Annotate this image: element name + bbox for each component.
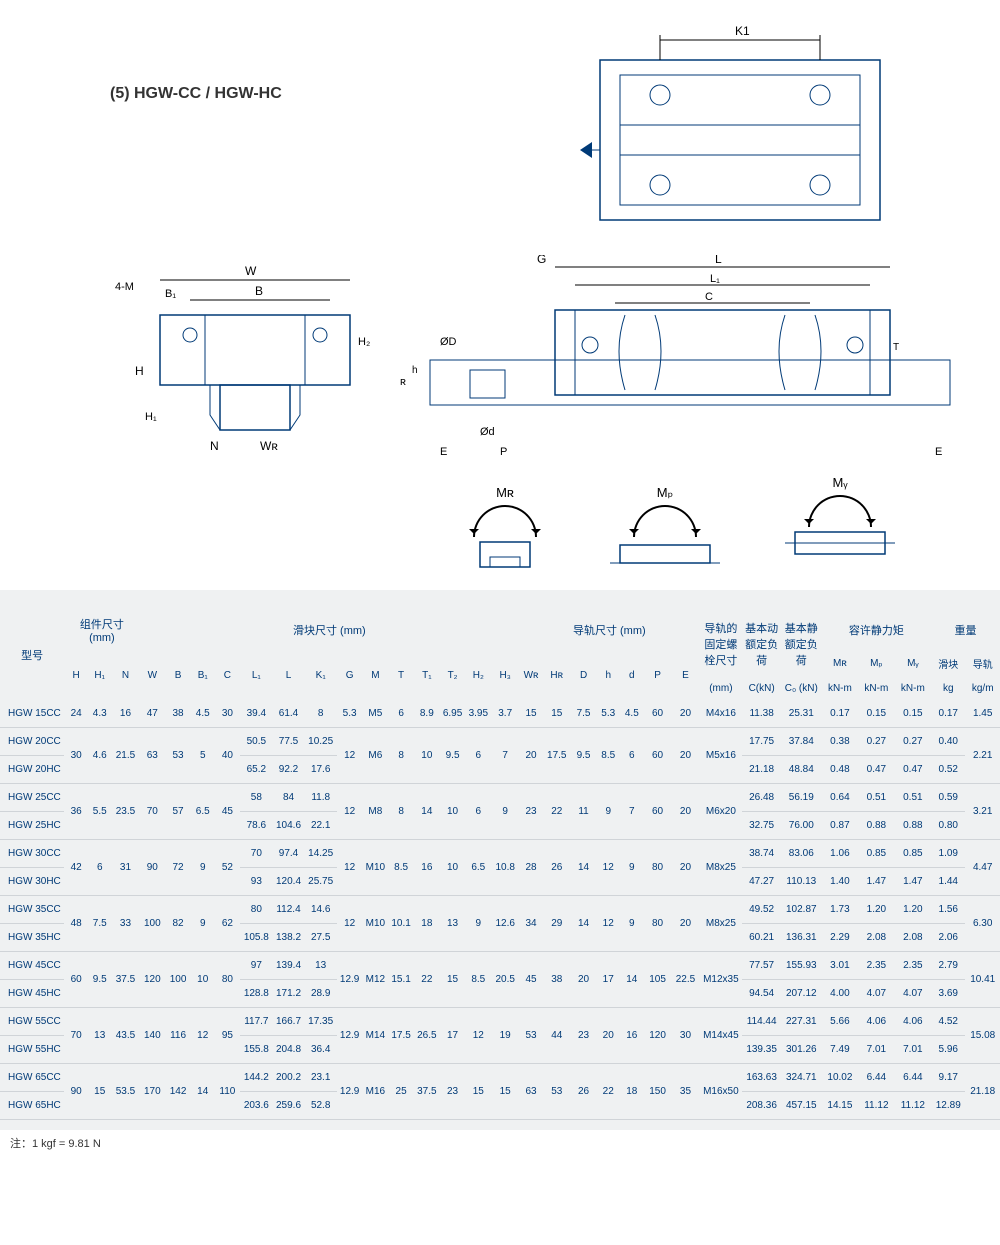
table-row: HGW 35CC487.5331008296280112.414.612M101… — [0, 896, 1000, 924]
svg-text:h: h — [412, 365, 418, 376]
table-row: HGW 55CC701343.51401161295117.7166.717.3… — [0, 1008, 1000, 1036]
svg-text:H: H — [135, 364, 144, 378]
svg-text:K1: K1 — [735, 24, 750, 38]
svg-text:N: N — [210, 439, 219, 453]
hdr-block: 滑块尺寸 (mm) — [139, 610, 519, 650]
side-view-drawing: G L L₁ C ØD Hʀ h T Ød E P E — [400, 255, 960, 465]
svg-text:C: C — [705, 291, 713, 303]
svg-text:Ød: Ød — [480, 426, 495, 438]
footnote: 注：1 kgf = 9.81 N — [0, 1130, 1000, 1156]
moment-mp-icon: Mₚ — [605, 490, 725, 550]
svg-text:E: E — [935, 446, 942, 458]
svg-text:ØD: ØD — [440, 336, 457, 348]
svg-text:Wʀ: Wʀ — [260, 439, 278, 453]
svg-text:G: G — [537, 255, 546, 266]
svg-text:E: E — [440, 446, 447, 458]
top-view-drawing: K1 — [565, 20, 915, 230]
table-row: HGW 25CC365.523.570576.545588411.812M881… — [0, 784, 1000, 812]
technical-drawings: (5) HGW-CC / HGW-HC K1 W B B₁ 4-M H H₁ H… — [0, 0, 1000, 590]
page-title: (5) HGW-CC / HGW-HC — [110, 85, 282, 103]
svg-text:B₁: B₁ — [165, 288, 176, 300]
moment-mr-icon: Mʀ — [445, 490, 565, 550]
svg-text:L: L — [715, 255, 722, 266]
hdr-dyn: 基本动额定负荷 — [742, 610, 781, 677]
svg-text:B: B — [255, 284, 263, 298]
table-row: HGW 65CC901553.517014214110144.2200.223.… — [0, 1064, 1000, 1092]
hdr-rail: 导轨尺寸 (mm) — [519, 610, 699, 650]
table-row: HGW 20CC304.621.5635354050.577.510.2512M… — [0, 728, 1000, 756]
moment-my-icon: Mᵧ — [780, 480, 900, 540]
spec-table: 型号 组件尺寸 (mm) 滑块尺寸 (mm) 导轨尺寸 (mm) 导轨的固定螺栓… — [0, 610, 1000, 1120]
hdr-bolt: 导轨的固定螺栓尺寸 — [699, 610, 742, 677]
spec-table-section: 型号 组件尺寸 (mm) 滑块尺寸 (mm) 导轨尺寸 (mm) 导轨的固定螺栓… — [0, 590, 1000, 1130]
table-row: HGW 45CC609.537.5120100108097139.41312.9… — [0, 952, 1000, 980]
hdr-assembly: 组件尺寸 (mm) — [64, 610, 139, 650]
svg-text:H₁: H₁ — [145, 411, 157, 423]
svg-text:W: W — [245, 265, 257, 278]
svg-text:P: P — [500, 446, 507, 458]
hdr-model: 型号 — [0, 610, 64, 700]
cross-section-drawing: W B B₁ 4-M H H₁ H₂ N Wʀ — [90, 265, 370, 455]
svg-text:4-M: 4-M — [115, 281, 134, 293]
table-row: HGW 30CC4263190729527097.414.2512M108.51… — [0, 840, 1000, 868]
table-row: HGW 15CC244.31647384.53039.461.485.3M568… — [0, 700, 1000, 728]
svg-text:Hʀ: Hʀ — [400, 376, 406, 388]
hdr-stat: 基本静额定负荷 — [781, 610, 822, 677]
svg-text:T: T — [893, 342, 899, 353]
hdr-moment: 容许静力矩 — [822, 610, 931, 650]
hdr-weight: 重量 — [931, 610, 1000, 650]
svg-text:L₁: L₁ — [710, 273, 720, 285]
spec-table-body: HGW 15CC244.31647384.53039.461.485.3M568… — [0, 700, 1000, 1120]
svg-text:H₂: H₂ — [358, 336, 370, 348]
